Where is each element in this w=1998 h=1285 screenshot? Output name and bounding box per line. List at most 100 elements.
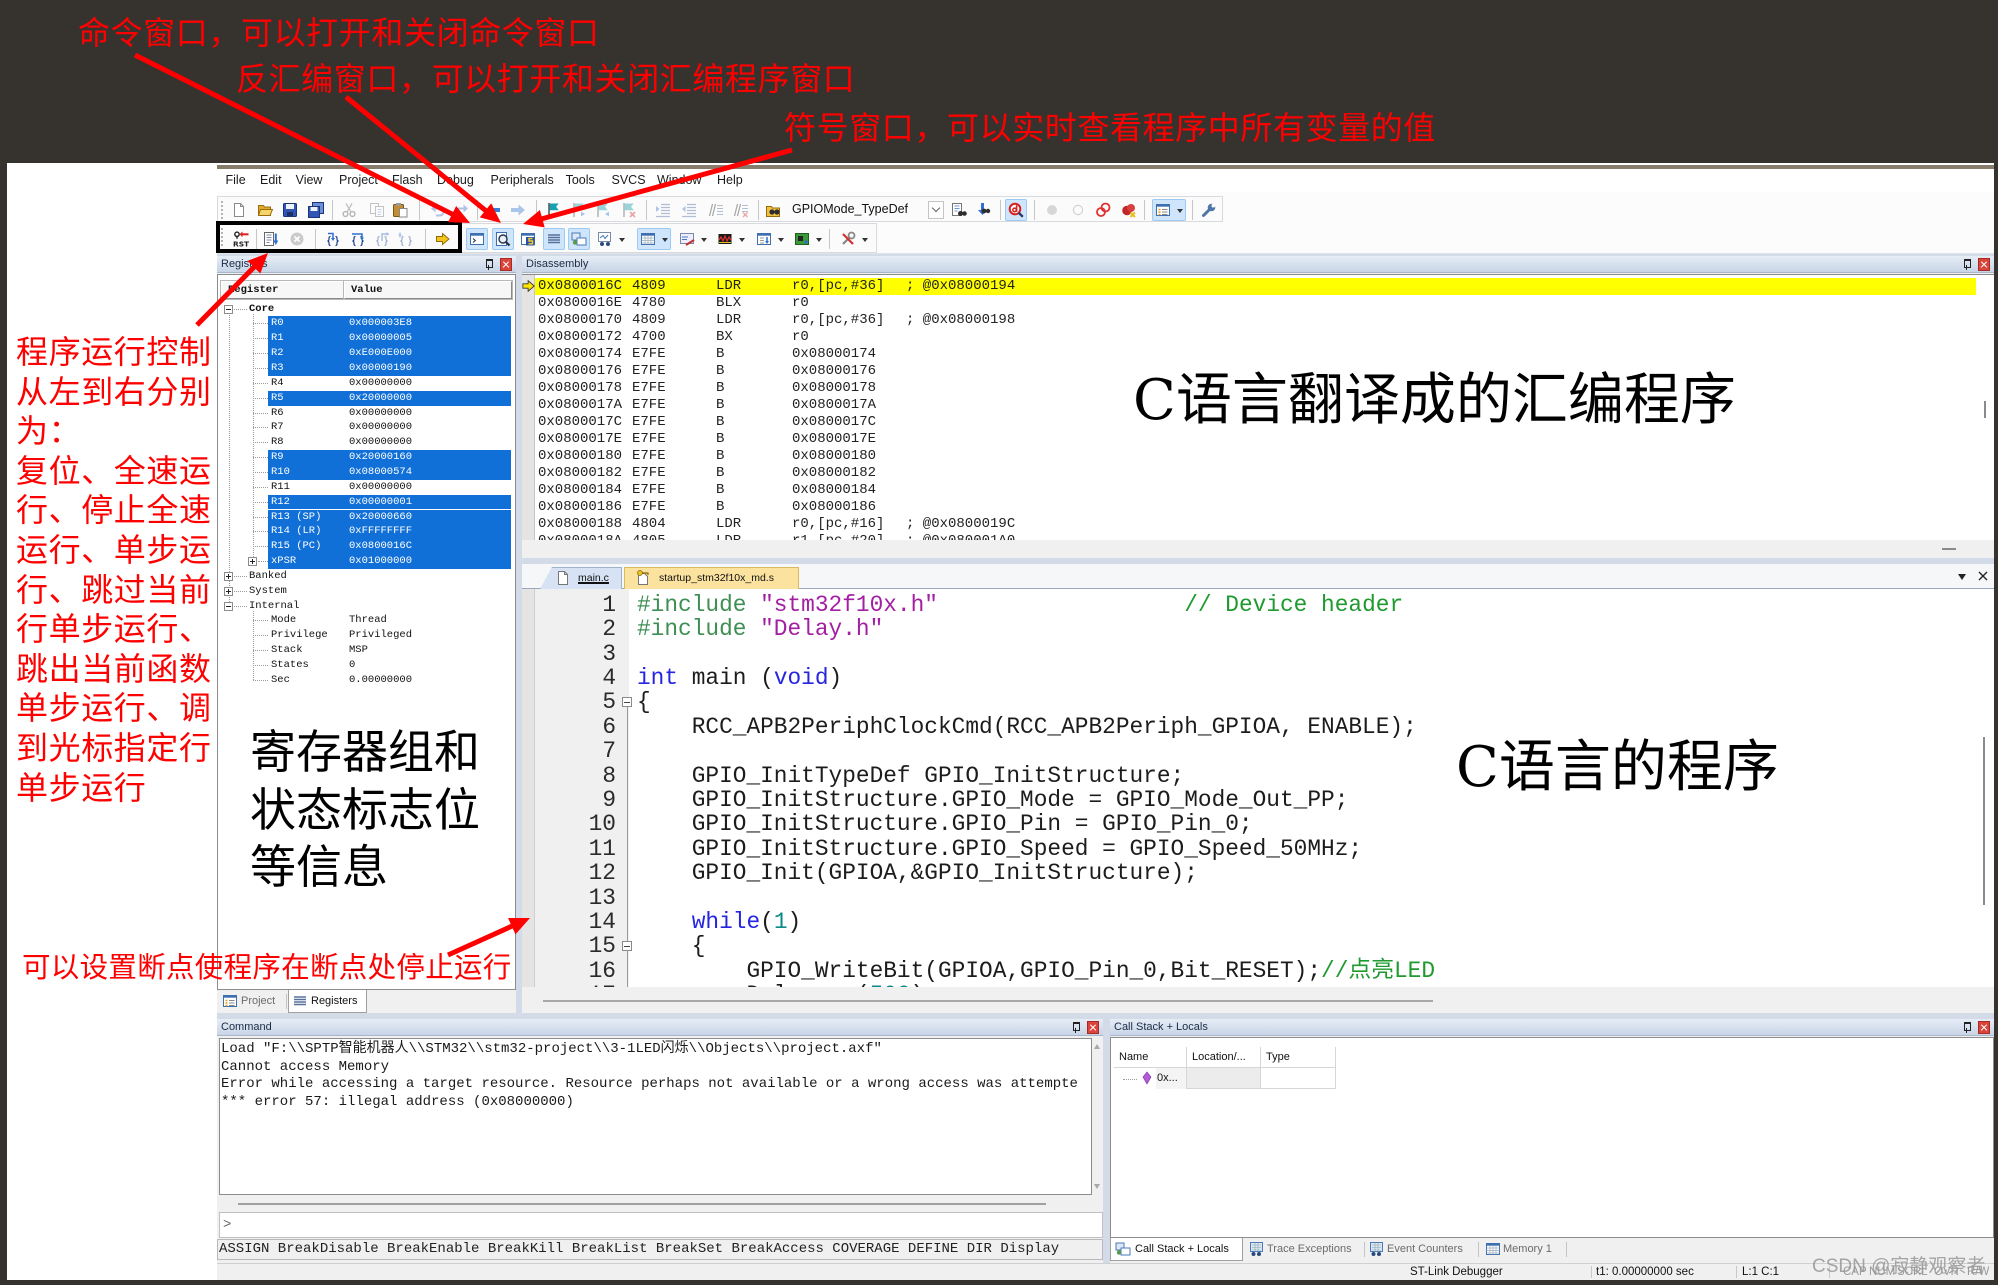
disassembly-row[interactable]: 0x0800018A 4805 LDR r1,[pc,#20] ; @0x080001A…: [535, 533, 1976, 540]
analysis-window-button[interactable]: [714, 228, 748, 250]
debug-session-button[interactable]: [1005, 199, 1027, 221]
scrollbar-thumb[interactable]: [543, 1000, 1433, 1002]
tab-memory-1[interactable]: Memory 1: [1482, 1238, 1564, 1261]
register-value[interactable]: Thread: [349, 613, 387, 628]
expand-icon[interactable]: [224, 586, 233, 596]
code-line[interactable]: #include "stm32f10x.h" // Device header: [637, 593, 1403, 617]
dropdown-arrow-icon[interactable]: [1177, 209, 1183, 213]
register-row[interactable]: R3 0x00000190: [218, 361, 515, 376]
find-button[interactable]: [948, 199, 970, 221]
register-row[interactable]: Mode Thread: [218, 613, 515, 628]
register-row[interactable]: R12 0x00000001: [218, 494, 515, 510]
new-file-button[interactable]: [228, 199, 250, 221]
copy-button[interactable]: [366, 199, 388, 221]
find-combo[interactable]: GPIOMode_TypeDef: [787, 199, 945, 221]
register-row[interactable]: R4 0x00000000: [218, 376, 515, 391]
disassembly-row[interactable]: 0x0800017E E7FE B 0x0800017E: [535, 431, 1976, 448]
collapse-icon[interactable]: [224, 304, 233, 314]
open-file-button[interactable]: [254, 199, 276, 221]
watch-window-button[interactable]: [594, 228, 628, 250]
bookmark-clear-button[interactable]: [617, 199, 639, 221]
nav-back-button[interactable]: [482, 199, 504, 221]
call-stack-window-button[interactable]: [568, 228, 590, 250]
system-viewer-button[interactable]: [791, 228, 825, 250]
tab-event-counters[interactable]: Event Counters: [1367, 1238, 1476, 1261]
register-row[interactable]: R0 0x000003E8: [218, 316, 515, 332]
register-value[interactable]: 0x00000190: [349, 361, 412, 376]
menu-flash[interactable]: Flash: [392, 173, 423, 188]
register-value[interactable]: Privileged: [349, 628, 412, 643]
close-panel-button[interactable]: [500, 258, 512, 271]
code-line[interactable]: GPIO_InitStructure.GPIO_Pin = GPIO_Pin_0…: [637, 812, 1253, 836]
tab-registers[interactable]: Registers: [288, 990, 367, 1013]
horizontal-scrollbar[interactable]: [522, 540, 1994, 558]
cut-button[interactable]: [338, 199, 360, 221]
unindent-button[interactable]: [678, 199, 700, 221]
pin-icon[interactable]: [484, 259, 493, 270]
register-row[interactable]: Sec 0.00000000: [218, 673, 515, 688]
vertical-scrollbar-thumb[interactable]: [1984, 401, 1986, 418]
register-value[interactable]: 0x20000660: [349, 510, 412, 525]
expand-icon[interactable]: [248, 557, 257, 567]
code-line[interactable]: {: [637, 690, 651, 714]
code-line[interactable]: GPIO_InitStructure.GPIO_Speed = GPIO_Spe…: [637, 837, 1362, 861]
collapse-icon[interactable]: [224, 601, 233, 611]
find-combo-dropdown[interactable]: [928, 201, 944, 219]
register-value[interactable]: 0x20000000: [349, 391, 412, 406]
command-output[interactable]: Load "F:\\SPTP智能机器人\\STM32\\stm32-projec…: [219, 1038, 1092, 1195]
register-value[interactable]: 0: [349, 658, 355, 673]
menu-edit[interactable]: Edit: [260, 173, 282, 188]
close-panel-button[interactable]: [1978, 1021, 1990, 1034]
close-panel-button[interactable]: [1978, 258, 1990, 271]
register-value[interactable]: 0x00000001: [349, 495, 412, 510]
scrollbar-thumb[interactable]: [238, 1203, 1046, 1205]
pin-icon[interactable]: [1962, 259, 1971, 270]
call-stack-name[interactable]: 0x...: [1156, 1068, 1187, 1089]
breakpoint-enable-button[interactable]: [1067, 199, 1089, 221]
code-line[interactable]: GPIO_WriteBit(GPIOA,GPIO_Pin_0,Bit_RESET…: [637, 959, 1435, 983]
dropdown-arrow-icon[interactable]: [862, 238, 868, 242]
command-window-button[interactable]: [466, 228, 488, 250]
fold-collapse-icon[interactable]: [622, 697, 632, 708]
incremental-find-button[interactable]: [972, 199, 994, 221]
register-row[interactable]: R1 0x00000005: [218, 331, 515, 347]
pin-icon[interactable]: [1071, 1022, 1080, 1033]
register-row[interactable]: R2 0xE000E000: [218, 346, 515, 361]
disassembly-gutter[interactable]: [522, 275, 535, 540]
breakpoint-margin[interactable]: [522, 589, 535, 987]
toolbox-button[interactable]: [837, 228, 871, 250]
tab-project[interactable]: Project: [222, 990, 286, 1013]
horizontal-scrollbar[interactable]: [522, 988, 1994, 1013]
register-row[interactable]: R11 0x00000000: [218, 480, 515, 495]
register-value[interactable]: 0x08000574: [349, 465, 412, 480]
breakpoint-disable-all-button[interactable]: [1092, 199, 1114, 221]
horizontal-scrollbar[interactable]: [217, 1195, 1103, 1212]
menu-tools[interactable]: Tools: [566, 173, 595, 188]
indent-button[interactable]: [652, 199, 674, 221]
code-line[interactable]: int main (void): [637, 666, 842, 690]
disassembly-row[interactable]: 0x08000182 E7FE B 0x08000182: [535, 465, 1976, 482]
register-row[interactable]: Banked: [218, 569, 515, 584]
code-line[interactable]: GPIO_InitTypeDef GPIO_InitStructure;: [637, 763, 1185, 788]
toolbar-gripper[interactable]: [221, 201, 223, 219]
register-row[interactable]: R8 0x00000000: [218, 435, 515, 450]
command-input-box[interactable]: >: [219, 1212, 1103, 1238]
configure-button[interactable]: [1198, 199, 1220, 221]
code-line[interactable]: Delay_ms(500);: [637, 983, 938, 987]
dropdown-arrow-icon[interactable]: [701, 238, 707, 242]
register-value[interactable]: 0x00000005: [349, 331, 412, 346]
bookmark-next-button[interactable]: [591, 199, 613, 221]
register-row[interactable]: R15 (PC) 0x0800016C: [218, 539, 515, 555]
menu-svcs[interactable]: SVCS: [612, 173, 646, 188]
tab-list-dropdown-icon[interactable]: [1958, 574, 1966, 580]
register-row[interactable]: R14 (LR) 0xFFFFFFFF: [218, 524, 515, 540]
undo-button[interactable]: [427, 199, 449, 221]
disassembly-window-button[interactable]: [492, 228, 514, 250]
register-value[interactable]: 0x20000160: [349, 450, 412, 465]
window-layout-button[interactable]: [1152, 199, 1186, 221]
comment-button[interactable]: [705, 199, 727, 221]
registers-panel-header[interactable]: Registers: [217, 256, 516, 273]
register-row[interactable]: R6 0x00000000: [218, 406, 515, 421]
column-header-value[interactable]: Value: [343, 280, 513, 300]
code-line[interactable]: #include "Delay.h": [637, 617, 883, 641]
